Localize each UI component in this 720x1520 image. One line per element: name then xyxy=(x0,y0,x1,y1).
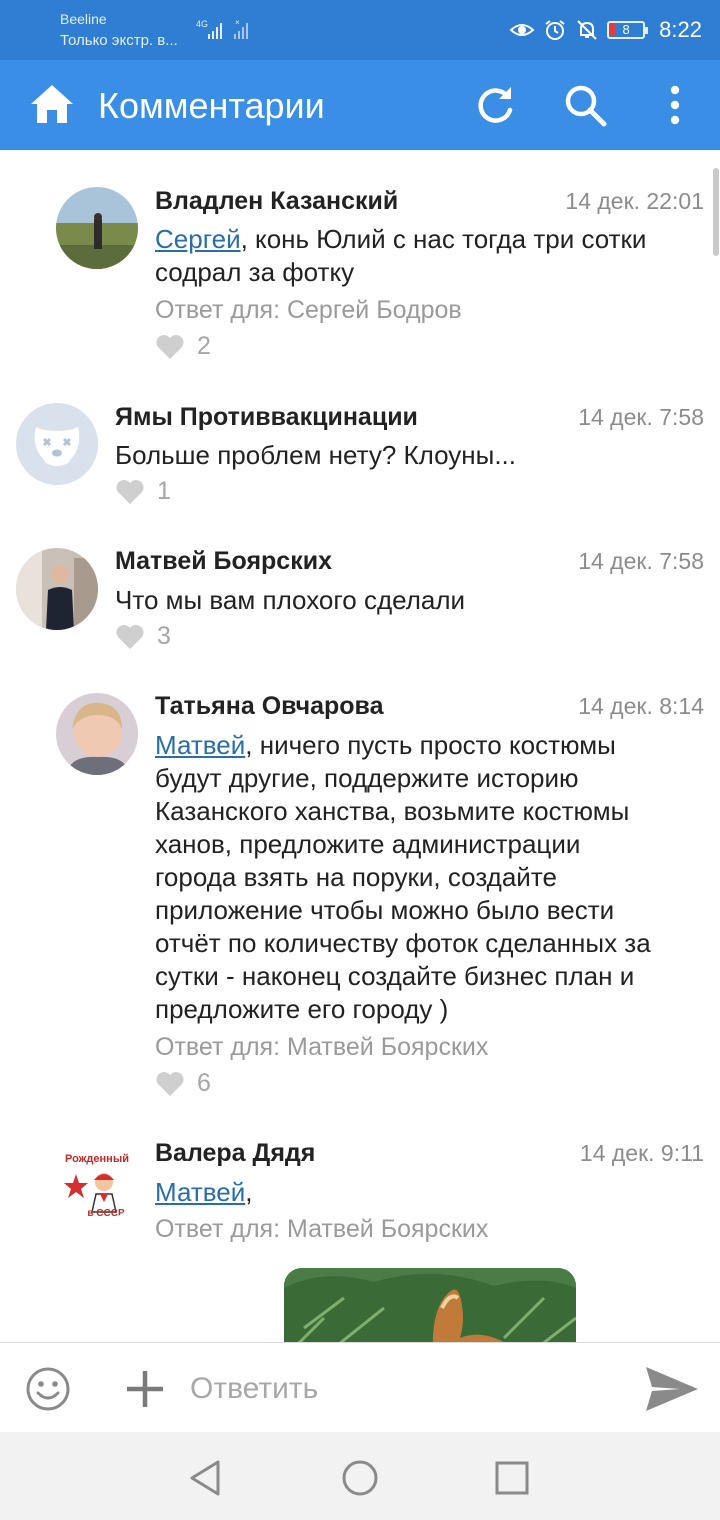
avatar[interactable] xyxy=(16,403,98,485)
network-type-label: 4G xyxy=(196,19,208,29)
app-bar: Комментарии xyxy=(0,60,720,150)
alarm-icon xyxy=(545,20,565,40)
comment-text-line: , xyxy=(245,1177,253,1207)
avatar[interactable] xyxy=(56,187,138,269)
comment-date: 14 дек. 9:11 xyxy=(579,1140,704,1166)
comment-date: 14 дек. 8:14 xyxy=(578,693,704,719)
like-button[interactable]: 1 xyxy=(115,477,171,506)
comment-text-line: сутки - наконец создайте бизнес план и xyxy=(155,961,635,991)
home-icon[interactable] xyxy=(28,82,76,126)
comment-text-line: Что мы вам плохого сделали xyxy=(115,585,466,615)
comment-text-line: города взять на поруки, создайте xyxy=(155,862,557,892)
more-icon[interactable] xyxy=(652,82,698,128)
page-title: Комментарии xyxy=(98,85,325,126)
emoji-icon[interactable] xyxy=(25,1366,71,1412)
send-icon[interactable] xyxy=(644,1364,700,1414)
avatar[interactable] xyxy=(56,693,138,775)
comment-text-line: содрал за фотку xyxy=(155,257,355,287)
comment-text-line: приложение чтобы можно было вести xyxy=(155,895,615,925)
reply-input[interactable] xyxy=(190,1365,590,1413)
comment-text: Матвей, xyxy=(155,1176,703,1209)
carrier-subtitle: Только экстр. в... xyxy=(60,32,178,49)
like-button[interactable]: 6 xyxy=(155,1069,211,1098)
avatar-text-top: Рожденный xyxy=(65,1153,129,1165)
comment-author[interactable]: Матвей Боярских xyxy=(115,546,332,576)
comment-text-line: Казанского ханства, возьмите костюмы xyxy=(155,796,630,826)
comment-text: Что мы вам плохого сделали xyxy=(115,584,663,617)
carrier-info: Beeline Только экстр. в... xyxy=(60,11,178,49)
like-count: 3 xyxy=(157,622,171,650)
status-bar: Beeline Только экстр. в... 4G × 8 8:22 xyxy=(0,0,720,60)
comment-author[interactable]: Ямы Противвакцинации xyxy=(115,402,418,432)
heart-icon xyxy=(116,624,144,649)
heart-icon xyxy=(116,479,144,504)
comment-text: Матвей, ничего пусть просто костюмы буду… xyxy=(155,729,703,1026)
comment-text-line: предложите его городу ) xyxy=(155,994,449,1024)
like-count: 1 xyxy=(157,477,171,505)
comment-date: 14 дек. 22:01 xyxy=(565,188,704,214)
like-count: 6 xyxy=(197,1069,211,1097)
bell-off-icon xyxy=(577,20,597,40)
reply-to-link[interactable]: Ответ для: Матвей Боярских xyxy=(155,1214,488,1244)
comment-text-line: отчёт по количеству фоток сделанных за xyxy=(155,928,651,958)
comment-text: Сергей, конь Юлий с нас тогда три сотки … xyxy=(155,223,703,289)
reply-to-link[interactable]: Ответ для: Матвей Боярских xyxy=(155,1032,488,1062)
comment-author[interactable]: Владлен Казанский xyxy=(155,186,398,216)
battery-icon: 8 xyxy=(607,21,649,39)
heart-icon xyxy=(156,334,184,359)
carrier-name: Beeline xyxy=(60,11,107,27)
status-time: 8:22 xyxy=(659,17,702,42)
comment-text-line: , конь Юлий с нас тогда три сотки xyxy=(240,224,647,254)
comment-text: Больше проблем нету? Клоуны... xyxy=(115,439,663,472)
home-circle-icon[interactable] xyxy=(340,1458,380,1498)
comment-author[interactable]: Татьяна Овчарова xyxy=(155,691,383,721)
heart-icon xyxy=(156,1071,184,1096)
avatar[interactable]: Рожденный в СССР xyxy=(56,1140,138,1222)
svg-text:×: × xyxy=(235,18,240,27)
comment-author[interactable]: Валера Дядя xyxy=(155,1138,315,1168)
comment-text-line: ханов, предложите администрации xyxy=(155,829,581,859)
comment-text-line: будут другие, поддержите историю xyxy=(155,763,579,793)
like-count: 2 xyxy=(197,332,211,360)
back-icon[interactable] xyxy=(186,1458,226,1498)
signal-icon: 4G × xyxy=(196,18,248,39)
system-nav-bar xyxy=(0,1432,720,1520)
mention-link[interactable]: Матвей xyxy=(155,1177,245,1207)
comment-text-line: Больше проблем нету? Клоуны... xyxy=(115,440,516,470)
avatar[interactable] xyxy=(16,548,98,630)
avatar-text-bottom: в СССР xyxy=(87,1208,125,1219)
plus-icon[interactable] xyxy=(124,1368,166,1410)
recents-icon[interactable] xyxy=(492,1458,532,1498)
compose-bar xyxy=(0,1342,720,1432)
comments-feed[interactable]: Владлен Казанский 14 дек. 22:01 Сергей, … xyxy=(0,150,720,1342)
search-icon[interactable] xyxy=(562,82,608,128)
scrollbar[interactable] xyxy=(713,168,719,256)
status-icons: 8 8:22 xyxy=(509,14,702,46)
eye-icon xyxy=(509,24,535,36)
comment-date: 14 дек. 7:58 xyxy=(578,404,704,430)
like-button[interactable]: 2 xyxy=(155,332,211,361)
refresh-icon[interactable] xyxy=(472,82,518,128)
like-button[interactable]: 3 xyxy=(115,622,171,651)
comment-date: 14 дек. 7:58 xyxy=(578,548,704,574)
mention-link[interactable]: Матвей xyxy=(155,730,245,760)
battery-level: 8 xyxy=(622,22,630,37)
reply-to-link[interactable]: Ответ для: Сергей Бодров xyxy=(155,295,462,325)
attached-photo[interactable] xyxy=(284,1268,576,1342)
mention-link[interactable]: Сергей xyxy=(155,224,241,254)
comment-text-line: , ничего пусть просто костюмы xyxy=(245,730,616,760)
